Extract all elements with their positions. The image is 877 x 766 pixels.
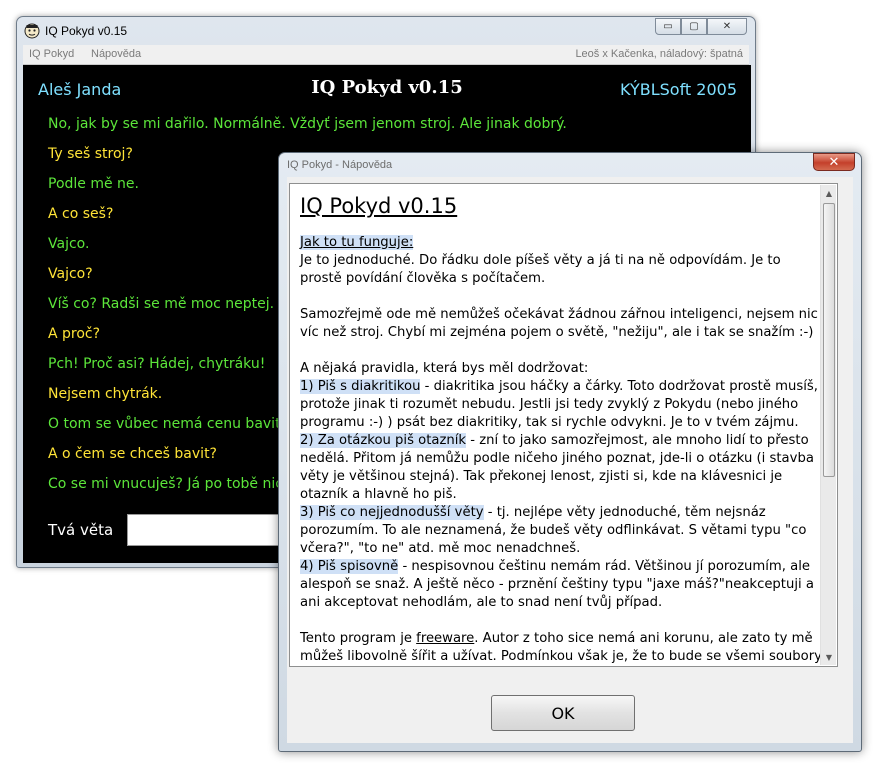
rule-item: 2) Za otázkou piš otazník - zní to jako … — [300, 432, 822, 504]
help-close-button[interactable]: ✕ — [813, 153, 855, 171]
minimize-button[interactable]: ▭ — [655, 18, 681, 35]
help-heading: IQ Pokyd v0.15 — [300, 194, 458, 218]
main-window-title: IQ Pokyd v0.15 — [45, 24, 128, 38]
chat-message: Pch! Proč asi? Hádej, chytráku! — [48, 356, 266, 372]
maximize-icon: ▢ — [689, 21, 699, 32]
scroll-thumb[interactable] — [823, 203, 835, 477]
chat-message: Vajco. — [48, 236, 90, 252]
freeware-text: Tento program je — [300, 631, 417, 646]
chat-message: A o čem se chceš bavit? — [48, 446, 217, 462]
chat-message: A co seš? — [48, 206, 114, 222]
close-icon: ✕ — [828, 154, 840, 170]
how-it-works-title: Jak to tu funguje: — [300, 235, 414, 250]
rule-item: 3) Piš co nejjednodušší věty - tj. nejlé… — [300, 504, 822, 558]
help-body: IQ Pokyd v0.15 Jak to tu funguje: Je to … — [287, 177, 853, 743]
menubar: IQ Pokyd Nápověda Leoš x Kačenka, nálado… — [23, 45, 749, 65]
chat-message: Ty seš stroj? — [48, 146, 133, 162]
help-dialog: IQ Pokyd - Nápověda ✕ IQ Pokyd v0.15 Jak… — [278, 152, 862, 752]
chat-message: O tom se vůbec nemá cenu bavit. — [48, 416, 286, 432]
maximize-button[interactable]: ▢ — [681, 18, 707, 35]
chat-message: Víš co? Radši se mě moc neptej. — [48, 296, 275, 312]
rule-title: 2) Za otázkou piš otazník — [300, 433, 467, 448]
chat-message: Podle mě ne. — [48, 176, 139, 192]
chat-message: Vajco? — [48, 266, 93, 282]
rules-intro: A nějaká pravidla, která bys měl dodržov… — [300, 361, 589, 376]
vertical-scrollbar[interactable]: ▲ ▼ — [820, 185, 836, 665]
main-close-button[interactable]: ✕ — [707, 18, 747, 35]
help-text: IQ Pokyd v0.15 Jak to tu funguje: Je to … — [300, 193, 822, 666]
main-titlebar[interactable]: IQ Pokyd v0.15 ▭ ▢ ✕ — [17, 17, 755, 45]
app-face-icon — [24, 23, 40, 39]
chat-message: Nejsem chytrák. — [48, 386, 163, 402]
scroll-down-arrow-icon[interactable]: ▼ — [821, 649, 837, 665]
help-paragraph: Samozřejmě ode mě nemůžeš očekávat žádno… — [300, 307, 818, 340]
chat-message: No, jak by se mi dařilo. Normálně. Vždyť… — [48, 116, 567, 132]
caption-buttons: ▭ ▢ ✕ — [655, 18, 747, 35]
ok-button[interactable]: OK — [491, 695, 635, 731]
help-paragraph: Je to jednoduché. Do řádku dole píšeš vě… — [300, 253, 781, 286]
sentence-label: Tvá věta — [48, 521, 114, 539]
rule-item: 1) Piš s diakritikou - diakritika jsou h… — [300, 378, 822, 432]
menu-napoveda[interactable]: Nápověda — [91, 48, 141, 60]
rule-title: 3) Piš co nejjednodušší věty — [300, 505, 484, 520]
help-dialog-title: IQ Pokyd - Nápověda — [287, 159, 393, 171]
chat-message: Co se mi vnucuješ? Já po tobě nic — [48, 476, 283, 492]
mood-status: Leoš x Kačenka, náladový: špatná — [575, 48, 743, 60]
chat-message: A proč? — [48, 326, 101, 342]
menu-iq-pokyd[interactable]: IQ Pokyd — [29, 48, 74, 60]
company-name: KÝBLSoft 2005 — [620, 80, 737, 99]
freeware-link: freeware — [416, 631, 475, 646]
rule-title: 4) Piš spisovně — [300, 559, 399, 574]
freeware-paragraph: Tento program je freeware. Autor z toho … — [300, 630, 822, 666]
help-text-area[interactable]: IQ Pokyd v0.15 Jak to tu funguje: Je to … — [289, 183, 838, 667]
minimize-icon: ▭ — [663, 21, 673, 32]
rule-item: 4) Piš spisovně - nespisovnou češtinu ne… — [300, 558, 822, 612]
rule-title: 1) Piš s diakritikou — [300, 379, 421, 394]
scroll-up-arrow-icon[interactable]: ▲ — [821, 185, 837, 201]
close-icon: ✕ — [722, 21, 732, 32]
